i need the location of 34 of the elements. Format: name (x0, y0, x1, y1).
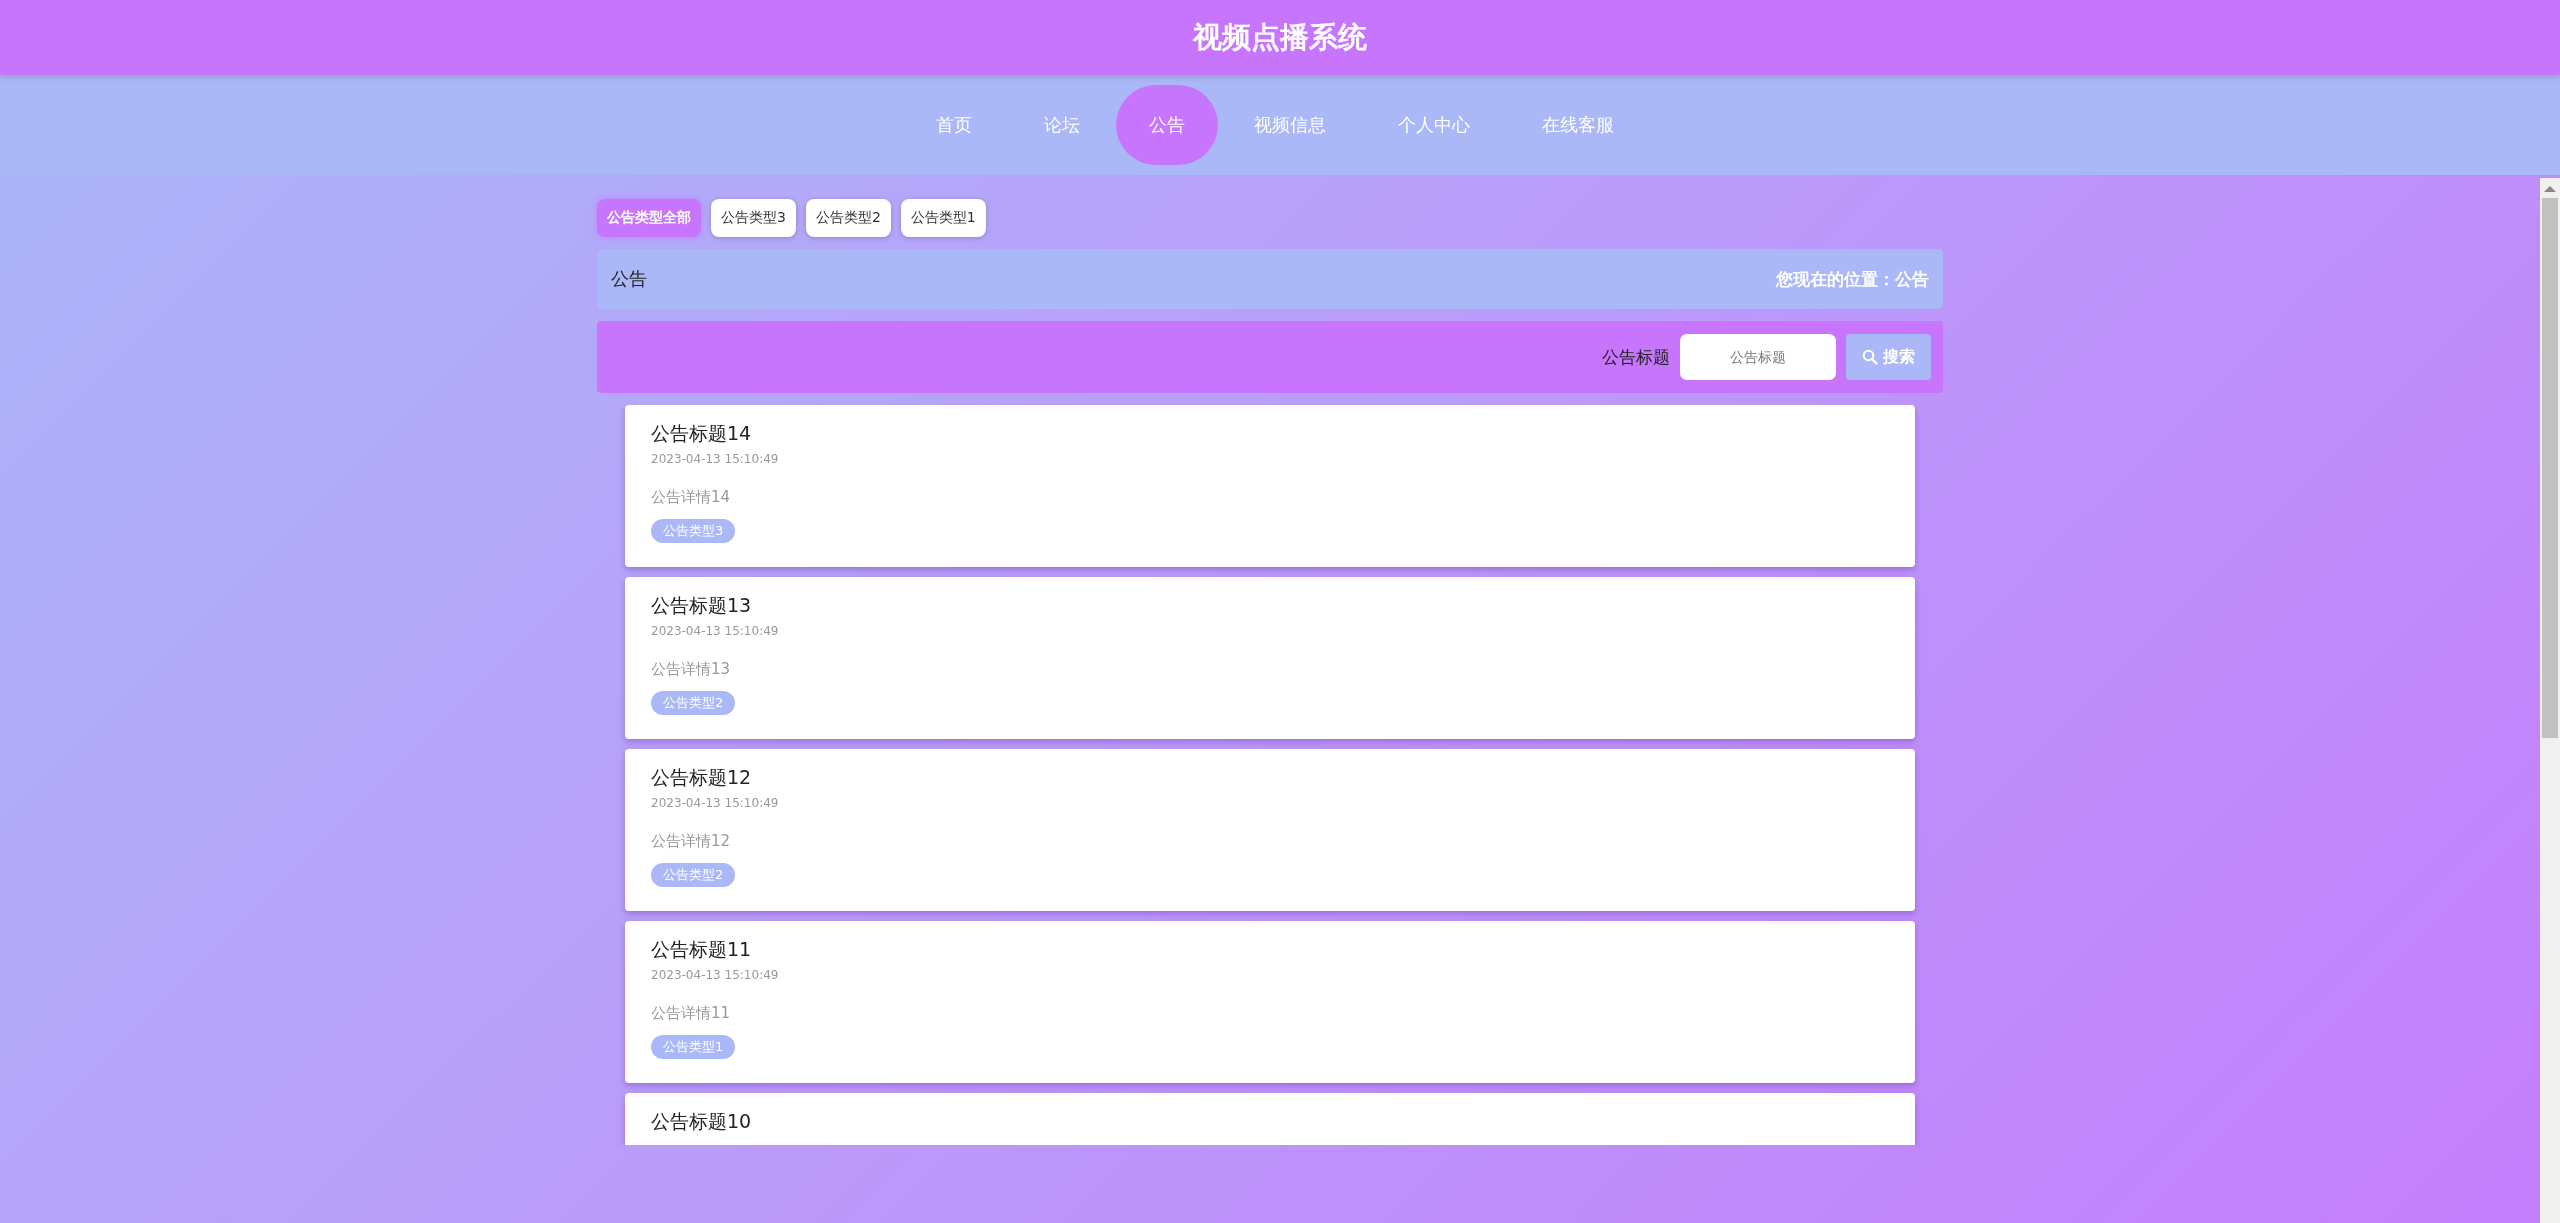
notice-tag: 公告类型2 (651, 863, 736, 887)
search-label: 公告标题 (1602, 345, 1670, 369)
section-title: 公告 (611, 267, 647, 291)
filter-button[interactable]: 公告类型2 (805, 199, 891, 237)
notice-date: 2023-04-13 15:10:49 (651, 624, 779, 638)
notice-detail: 公告详情12 (651, 832, 731, 851)
notice-title: 公告标题14 (651, 421, 752, 446)
notice-title: 公告标题11 (651, 937, 752, 962)
notice-date: 2023-04-13 15:10:49 (651, 452, 779, 466)
notice-detail: 公告详情11 (651, 1004, 731, 1023)
notice-title: 公告标题10 (651, 1109, 752, 1134)
breadcrumb-text: 您现在的位置：公告 (1776, 267, 1929, 291)
site-title: 视频点播系统 (1193, 18, 1367, 56)
search-icon (1862, 349, 1878, 365)
notice-tag: 公告类型2 (651, 691, 736, 715)
search-field[interactable]: 公告标题 (1680, 334, 1836, 380)
notice-date: 2023-04-13 15:10:49 (651, 968, 779, 982)
filter-button[interactable]: 公告类型1 (900, 199, 986, 237)
filter-button[interactable]: 公告类型3 (711, 199, 796, 237)
scrollbar-thumb[interactable] (2542, 198, 2558, 738)
notice-card[interactable]: 公告标题10 (625, 1093, 1915, 1145)
notice-title: 公告标题13 (651, 593, 752, 618)
scroll-up-arrow-icon[interactable] (2544, 186, 2556, 192)
notice-card[interactable]: 公告标题12 2023-04-13 15:10:49 公告详情12 公告类型2 (625, 749, 1915, 911)
notice-date: 2023-04-13 15:10:49 (651, 796, 779, 810)
notice-detail: 公告详情14 (651, 488, 731, 507)
scrollbar[interactable] (2540, 178, 2560, 1223)
notice-card[interactable]: 公告标题11 2023-04-13 15:10:49 公告详情11 公告类型1 (625, 921, 1915, 1083)
notice-card[interactable]: 公告标题13 2023-04-13 15:10:49 公告详情13 公告类型2 (625, 577, 1915, 739)
notice-title: 公告标题12 (651, 765, 752, 790)
notice-card[interactable]: 公告标题14 2023-04-13 15:10:49 公告详情14 公告类型3 (625, 405, 1915, 567)
notice-detail: 公告详情13 (651, 660, 731, 679)
notice-tag: 公告类型3 (651, 519, 736, 543)
notice-tag: 公告类型1 (651, 1035, 736, 1059)
